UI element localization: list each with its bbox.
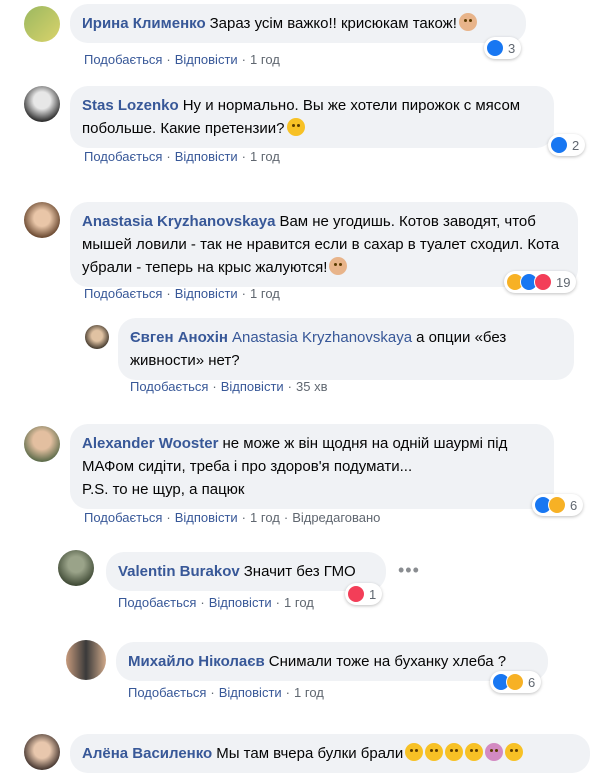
timestamp[interactable]: 1 год <box>250 52 280 67</box>
emoji-person-icon <box>458 13 477 31</box>
avatar[interactable] <box>24 6 60 42</box>
comment-actions: Подобається · Відповісти · 1 год · Відредагова… <box>84 510 381 525</box>
emoji-smile-icon <box>286 118 305 136</box>
like-link[interactable]: Подобається <box>118 595 196 610</box>
timestamp[interactable]: 1 год <box>284 595 314 610</box>
comment-bubble: Алёна Василенко Мы там вчера булки брали <box>70 734 590 773</box>
like-link[interactable]: Подобається <box>128 685 206 700</box>
reply-link[interactable]: Відповісти <box>175 510 238 525</box>
reaction-count: 6 <box>570 497 578 513</box>
avatar[interactable] <box>66 640 106 680</box>
emoji-person-icon <box>329 257 348 275</box>
avatar[interactable] <box>85 325 109 349</box>
comment-text: Зараз усім важко!! крисюкам також! <box>209 15 457 32</box>
timestamp[interactable]: 1 год <box>250 510 280 525</box>
reactions-summary[interactable]: 6 <box>532 494 584 516</box>
comment-actions: Подобається · Відповісти · 1 год <box>84 286 280 301</box>
comment-actions: Подобається · Відповісти · 35 хв <box>130 379 328 394</box>
comment-actions: Подобається · Відповісти · 1 год <box>84 52 280 67</box>
comment-text: Значит без ГМО <box>243 563 356 580</box>
edited-label[interactable]: Відредаговано <box>292 510 380 525</box>
avatar[interactable] <box>24 86 60 122</box>
comment-author[interactable]: Stas Lozenko <box>82 97 179 114</box>
reaction-count: 6 <box>528 674 536 690</box>
like-link[interactable]: Подобається <box>84 286 162 301</box>
avatar[interactable] <box>24 202 60 238</box>
comment-bubble: Valentin Burakov Значит без ГМО <box>106 552 386 591</box>
comment-author[interactable]: Михайло Ніколаєв <box>128 653 265 670</box>
comment-bubble: Anastasia Kryzhanovskaya Вам не угодишь. … <box>70 202 578 287</box>
comment-bubble: Alexander Wooster не може ж він щодня на … <box>70 424 554 509</box>
love-icon <box>534 273 552 291</box>
emoji-crying-icon <box>425 743 444 761</box>
comment-actions: Подобається · Відповісти · 1 год <box>128 685 324 700</box>
more-options-icon[interactable]: ••• <box>398 560 420 581</box>
reaction-count: 3 <box>508 40 516 56</box>
reply-link[interactable]: Відповісти <box>219 685 282 700</box>
comment-bubble: Stas Lozenko Ну и нормально. Вы же хотели… <box>70 86 554 148</box>
timestamp[interactable]: 1 год <box>294 685 324 700</box>
like-link[interactable]: Подобається <box>84 510 162 525</box>
comment-author[interactable]: Anastasia Kryzhanovskaya <box>82 213 275 230</box>
reply-link[interactable]: Відповісти <box>221 379 284 394</box>
like-link[interactable]: Подобається <box>84 149 162 164</box>
love-icon <box>347 585 365 603</box>
comment-text: Снимали тоже на буханку хлеба ? <box>268 653 507 670</box>
emoji-dizzy-icon <box>485 743 504 761</box>
reaction-count: 2 <box>572 137 580 153</box>
reactions-summary[interactable]: 2 <box>548 134 586 156</box>
comment-text: Мы там вчера булки брали <box>216 745 404 762</box>
emoji-frown-icon <box>445 743 464 761</box>
comment-bubble: Євген Анохін Anastasia Kryzhanovskaya а оп… <box>118 318 574 380</box>
comment-author[interactable]: Valentin Burakov <box>118 563 240 580</box>
reply-link[interactable]: Відповісти <box>175 286 238 301</box>
comment-author[interactable]: Алёна Василенко <box>82 745 212 762</box>
comment-author[interactable]: Alexander Wooster <box>82 435 218 452</box>
reaction-count: 1 <box>369 586 377 602</box>
timestamp[interactable]: 1 год <box>250 149 280 164</box>
comment-author[interactable]: Євген Анохін <box>130 329 228 346</box>
like-link[interactable]: Подобається <box>84 52 162 67</box>
like-icon <box>486 39 504 57</box>
comment-actions: Подобається · Відповісти · 1 год <box>84 149 280 164</box>
comment-text-ps: P.S. то не щур, а пацюк <box>82 481 245 498</box>
avatar[interactable] <box>24 734 60 770</box>
reply-link[interactable]: Відповісти <box>209 595 272 610</box>
like-icon <box>550 136 568 154</box>
avatar[interactable] <box>24 426 60 462</box>
haha-icon <box>548 496 566 514</box>
emoji-worried-icon <box>505 743 524 761</box>
reactions-summary[interactable]: 6 <box>490 671 542 693</box>
reply-link[interactable]: Відповісти <box>175 149 238 164</box>
reactions-summary[interactable]: 1 <box>345 583 383 605</box>
comment-author[interactable]: Ирина Клименко <box>82 15 206 32</box>
timestamp[interactable]: 35 хв <box>296 379 327 394</box>
reaction-count: 19 <box>556 274 571 290</box>
mention-link[interactable]: Anastasia Kryzhanovskaya <box>232 329 412 346</box>
like-link[interactable]: Подобається <box>130 379 208 394</box>
comment-actions: Подобається · Відповісти · 1 год <box>118 595 314 610</box>
reactions-summary[interactable]: 19 <box>504 271 577 293</box>
emoji-sad-icon <box>465 743 484 761</box>
emoji-angry-icon <box>405 743 424 761</box>
reactions-summary[interactable]: 3 <box>484 37 522 59</box>
timestamp[interactable]: 1 год <box>250 286 280 301</box>
avatar[interactable] <box>58 550 94 586</box>
comment-bubble: Михайло Ніколаєв Снимали тоже на буханку … <box>116 642 548 681</box>
haha-icon <box>506 673 524 691</box>
reply-link[interactable]: Відповісти <box>175 52 238 67</box>
comment-bubble: Ирина Клименко Зараз усім важко!! крисюка… <box>70 4 526 43</box>
